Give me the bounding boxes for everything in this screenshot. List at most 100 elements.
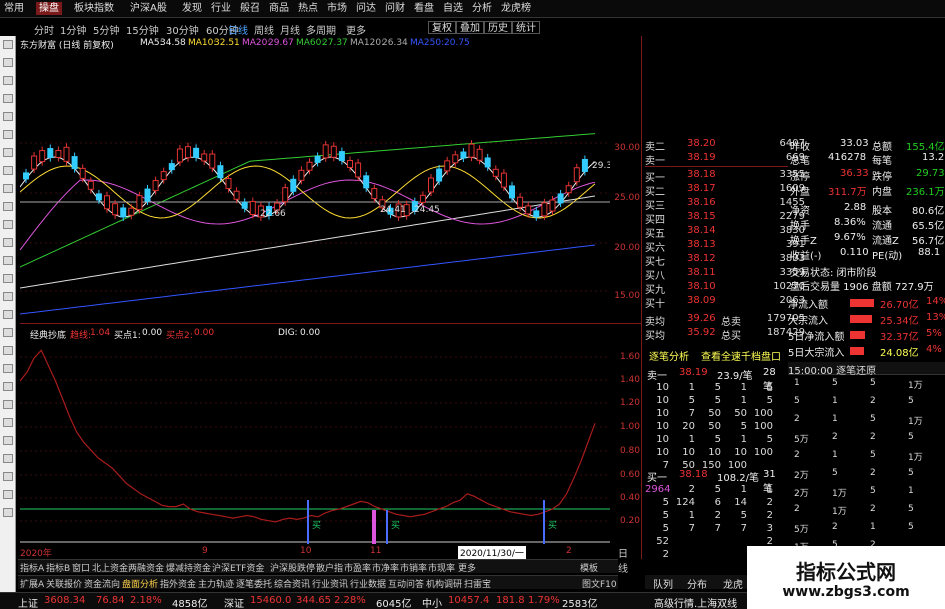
- tool-icon[interactable]: [3, 364, 13, 373]
- tool-icon[interactable]: [3, 292, 13, 301]
- tool-icon[interactable]: [3, 274, 13, 283]
- tool-icon[interactable]: [3, 40, 13, 49]
- menu-item-8[interactable]: 热点: [298, 2, 318, 15]
- tool-icon[interactable]: [3, 382, 13, 391]
- tool-icon[interactable]: [3, 508, 13, 517]
- period-item[interactable]: 分时: [34, 22, 54, 37]
- tool-icon[interactable]: [3, 490, 13, 499]
- info-tab[interactable]: 行业资讯: [312, 577, 348, 590]
- period-item[interactable]: 5分钟: [93, 22, 119, 37]
- period-item[interactable]: 30分钟: [166, 22, 199, 37]
- info-tab[interactable]: 主力轨迹: [198, 577, 234, 590]
- tool-icon[interactable]: [3, 436, 13, 445]
- f10-tab[interactable]: 图文F10: [582, 577, 617, 590]
- menu-item-13[interactable]: 自选: [443, 2, 463, 15]
- tool-icon[interactable]: [3, 148, 13, 157]
- overlay-button[interactable]: 叠加: [456, 21, 484, 34]
- menu-item-2[interactable]: 板块指数: [74, 2, 114, 15]
- period-item[interactable]: 15分钟: [126, 22, 159, 37]
- menu-item-15[interactable]: 龙虎榜: [501, 2, 531, 15]
- menu-item-5[interactable]: 行业: [211, 2, 231, 15]
- indicator-tab[interactable]: 北上资金: [92, 561, 128, 574]
- zhubi-analysis-button[interactable]: 逐笔分析: [649, 348, 689, 363]
- indicator-tab[interactable]: 指标B: [46, 561, 70, 574]
- indicator-tab[interactable]: 沪深股跌停: [270, 561, 315, 574]
- indicator-tab[interactable]: 散户指: [316, 561, 343, 574]
- tool-icon[interactable]: [3, 184, 13, 193]
- info-tab[interactable]: 扩展A: [20, 577, 44, 590]
- tool-icon[interactable]: [3, 472, 13, 481]
- history-button[interactable]: 历史: [484, 21, 512, 34]
- queue-tab[interactable]: 队列: [653, 576, 673, 591]
- period-item[interactable]: 1分钟: [60, 22, 86, 37]
- period-item[interactable]: 月线: [280, 22, 300, 37]
- queue-row: 10 10 10 10 100: [645, 447, 785, 459]
- menu-item-7[interactable]: 商品: [269, 2, 289, 15]
- info-tab[interactable]: 互动问答: [388, 577, 424, 590]
- tool-icon[interactable]: [3, 400, 13, 409]
- tool-icon[interactable]: [3, 166, 13, 175]
- tool-icon[interactable]: [3, 256, 13, 265]
- indicator-tab[interactable]: 更多: [458, 561, 476, 574]
- info-tab[interactable]: 综合资讯: [274, 577, 310, 590]
- template-tab[interactable]: 模板: [580, 561, 598, 574]
- price-annotation: 29.3: [592, 161, 610, 171]
- tool-icon[interactable]: [3, 58, 13, 67]
- tool-icon[interactable]: [3, 418, 13, 427]
- indicator-tab[interactable]: 两融资金: [128, 561, 164, 574]
- tool-icon[interactable]: [3, 328, 13, 337]
- period-item[interactable]: 日线: [228, 22, 248, 37]
- kline-chart[interactable]: 22.66 24.41 24.45 29.3: [20, 52, 610, 322]
- info-tab[interactable]: 关联报价: [46, 577, 82, 590]
- menu-item-3[interactable]: 沪深A股: [130, 2, 167, 15]
- menu-item-9[interactable]: 市场: [327, 2, 347, 15]
- indicator-chart[interactable]: 买 买 买: [20, 340, 610, 545]
- sz-label[interactable]: 深证: [224, 595, 244, 609]
- queue-cell: 1: [740, 382, 747, 393]
- menu-item-1[interactable]: 操盘: [36, 2, 62, 15]
- period-item[interactable]: 周线: [254, 22, 274, 37]
- tool-icon[interactable]: [3, 454, 13, 463]
- indicator-tab[interactable]: 市销率: [400, 561, 427, 574]
- period-item[interactable]: 更多: [346, 22, 366, 37]
- menu-item-0[interactable]: 常用: [4, 2, 24, 15]
- info-tab[interactable]: 机构调研: [426, 577, 462, 590]
- menu-item-4[interactable]: 发现: [182, 2, 202, 15]
- info-tab[interactable]: 盘面分析: [122, 577, 158, 590]
- fuquan-button[interactable]: 复权: [428, 21, 456, 34]
- distribution-tab[interactable]: 分布: [687, 576, 707, 591]
- indicator-tab[interactable]: 市净率: [372, 561, 399, 574]
- tool-icon[interactable]: [3, 76, 13, 85]
- info-tab[interactable]: 逐笔委托: [236, 577, 272, 590]
- indicator-tab[interactable]: 沪深ETF资金: [212, 561, 264, 574]
- tool-icon[interactable]: [3, 346, 13, 355]
- menu-item-11[interactable]: 问财: [385, 2, 405, 15]
- indicator-tab[interactable]: 爆减持资金: [166, 561, 211, 574]
- menu-item-12[interactable]: 看盘: [414, 2, 434, 15]
- info-tab[interactable]: 资金流向: [84, 577, 120, 590]
- zx-label[interactable]: 中小: [422, 595, 442, 609]
- info-tab[interactable]: 指外资金: [160, 577, 196, 590]
- indicator-tab[interactable]: 窗口: [72, 561, 90, 574]
- longhu-tab[interactable]: 龙虎: [723, 576, 743, 591]
- indicator-tab[interactable]: 市盈率: [344, 561, 371, 574]
- period-item[interactable]: 多周期: [306, 22, 336, 37]
- sh-label[interactable]: 上证: [18, 595, 38, 609]
- tool-icon[interactable]: [3, 220, 13, 229]
- tool-icon[interactable]: [3, 130, 13, 139]
- indicator-tab[interactable]: 指标A: [20, 561, 44, 574]
- period-label[interactable]: 日线: [618, 545, 628, 575]
- tool-icon[interactable]: [3, 94, 13, 103]
- tool-icon[interactable]: [3, 112, 13, 121]
- info-tab[interactable]: 行业数据: [350, 577, 386, 590]
- tool-icon[interactable]: [3, 202, 13, 211]
- indicator-tab[interactable]: 市现率: [428, 561, 455, 574]
- tool-icon[interactable]: [3, 238, 13, 247]
- menu-item-10[interactable]: 问达: [356, 2, 376, 15]
- stats-button[interactable]: 统计: [512, 21, 540, 34]
- menu-item-14[interactable]: 分析: [472, 2, 492, 15]
- menu-item-6[interactable]: 般召: [240, 2, 260, 15]
- tool-icon[interactable]: [3, 310, 13, 319]
- full-depth-button[interactable]: 查看全速千档盘口: [701, 348, 781, 363]
- info-tab[interactable]: 扫雷宝: [464, 577, 491, 590]
